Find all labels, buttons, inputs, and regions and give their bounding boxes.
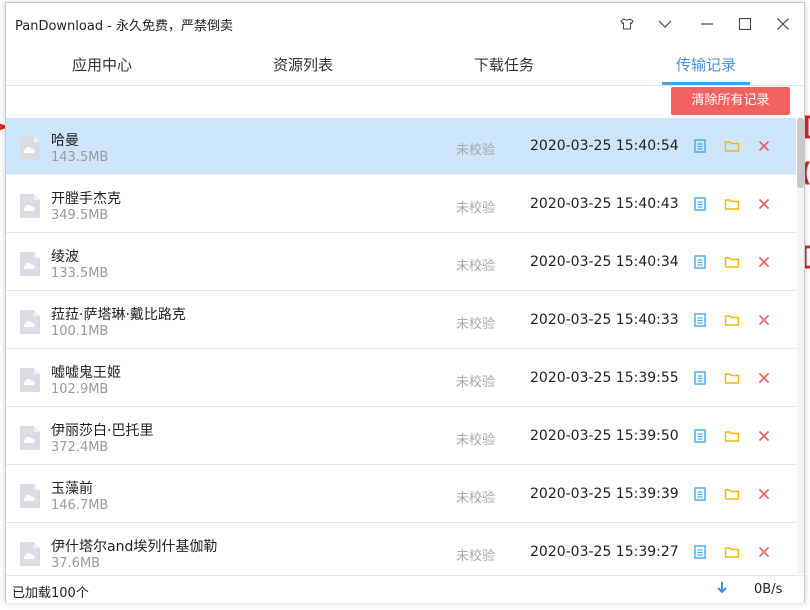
minimize-icon[interactable]: [694, 11, 720, 37]
record-verify-status: 未校验: [456, 549, 496, 564]
open-folder-icon[interactable]: [724, 312, 740, 328]
record-time: 2020-03-25 15:39:39: [530, 486, 679, 502]
record-row[interactable]: 伊丽莎白·巴托里 372.4MB 未校验 2020-03-25 15:39:50: [6, 408, 796, 465]
record-row[interactable]: 玉藻前 146.7MB 未校验 2020-03-25 15:39:39: [6, 466, 796, 523]
open-folder-icon[interactable]: [724, 138, 740, 154]
cloud-file-icon: [20, 310, 40, 334]
record-verify-status: 未校验: [456, 491, 496, 506]
open-folder-icon[interactable]: [724, 370, 740, 386]
clear-all-records-button[interactable]: 清除所有记录: [671, 87, 790, 115]
file-info-icon[interactable]: [692, 544, 708, 560]
record-name: 伊什塔尔and埃列什基伽勒: [51, 539, 218, 555]
delete-record-icon[interactable]: [756, 428, 772, 444]
record-row[interactable]: 伊什塔尔and埃列什基伽勒 37.6MB 未校验 2020-03-25 15:3…: [6, 524, 796, 574]
scrollbar-thumb[interactable]: [797, 118, 804, 188]
delete-record-icon[interactable]: [756, 254, 772, 270]
record-time: 2020-03-25 15:39:27: [530, 544, 679, 560]
open-folder-icon[interactable]: [724, 254, 740, 270]
title-bar: PanDownload - 永久免费，严禁倒卖: [6, 3, 804, 43]
record-verify-status: 未校验: [456, 143, 496, 158]
download-arrow-icon: [717, 582, 727, 594]
tab-divider: [6, 85, 804, 86]
tab-download-tasks[interactable]: 下载任务: [444, 47, 564, 85]
cloud-file-icon: [20, 426, 40, 450]
record-size: 102.9MB: [51, 382, 109, 397]
file-info-icon[interactable]: [692, 254, 708, 270]
tab-transfer-records[interactable]: 传输记录: [646, 47, 766, 85]
tab-resource-list[interactable]: 资源列表: [243, 47, 363, 85]
record-name: 开膛手杰克: [51, 191, 121, 207]
record-verify-status: 未校验: [456, 317, 496, 332]
open-folder-icon[interactable]: [724, 196, 740, 212]
record-name: 哈曼: [51, 133, 79, 149]
delete-record-icon[interactable]: [756, 138, 772, 154]
delete-record-icon[interactable]: [756, 544, 772, 560]
file-info-icon[interactable]: [692, 486, 708, 502]
record-name: 伊丽莎白·巴托里: [51, 423, 154, 439]
open-folder-icon[interactable]: [724, 428, 740, 444]
record-row[interactable]: 绫波 133.5MB 未校验 2020-03-25 15:40:34: [6, 234, 796, 291]
app-window: PanDownload - 永久免费，严禁倒卖 应用中心 资源列表 下载任务 传…: [5, 2, 805, 603]
cloud-file-icon: [20, 542, 40, 566]
record-time: 2020-03-25 15:40:43: [530, 196, 679, 212]
shirt-icon[interactable]: [614, 11, 640, 37]
delete-record-icon[interactable]: [756, 370, 772, 386]
record-time: 2020-03-25 15:39:50: [530, 428, 679, 444]
cloud-file-icon: [20, 136, 40, 160]
tab-bar: 应用中心 资源列表 下载任务 传输记录: [6, 47, 804, 85]
record-verify-status: 未校验: [456, 375, 496, 390]
file-info-icon[interactable]: [692, 312, 708, 328]
file-info-icon[interactable]: [692, 370, 708, 386]
file-info-icon[interactable]: [692, 138, 708, 154]
record-verify-status: 未校验: [456, 433, 496, 448]
record-name: 玉藻前: [51, 481, 93, 497]
delete-record-icon[interactable]: [756, 312, 772, 328]
delete-record-icon[interactable]: [756, 486, 772, 502]
delete-record-icon[interactable]: [756, 196, 772, 212]
record-size: 349.5MB: [51, 208, 109, 223]
record-name: 嘘嘘鬼王姬: [51, 365, 121, 381]
close-icon[interactable]: [770, 11, 796, 37]
open-folder-icon[interactable]: [724, 486, 740, 502]
record-list: 哈曼 143.5MB 未校验 2020-03-25 15:40:54 开膛手杰克…: [6, 118, 796, 574]
loaded-count: 已加载100个: [12, 586, 89, 601]
cloud-file-icon: [20, 484, 40, 508]
record-verify-status: 未校验: [456, 259, 496, 274]
chevron-down-icon[interactable]: [652, 11, 678, 37]
open-folder-icon[interactable]: [724, 544, 740, 560]
record-size: 100.1MB: [51, 324, 109, 339]
file-info-icon[interactable]: [692, 196, 708, 212]
record-size: 143.5MB: [51, 150, 109, 165]
record-row[interactable]: 菈菈·萨塔琳·戴比路克 100.1MB 未校验 2020-03-25 15:40…: [6, 292, 796, 349]
record-verify-status: 未校验: [456, 201, 496, 216]
record-time: 2020-03-25 15:40:33: [530, 312, 679, 328]
cloud-file-icon: [20, 368, 40, 392]
record-row[interactable]: 嘘嘘鬼王姬 102.9MB 未校验 2020-03-25 15:39:55: [6, 350, 796, 407]
record-size: 37.6MB: [51, 556, 101, 571]
record-time: 2020-03-25 15:39:55: [530, 370, 679, 386]
maximize-icon[interactable]: [732, 11, 758, 37]
status-bar: 已加载100个 0B/s: [6, 575, 804, 603]
download-speed: 0B/s: [754, 582, 783, 597]
tab-app-center[interactable]: 应用中心: [42, 47, 162, 85]
record-time: 2020-03-25 15:40:34: [530, 254, 679, 270]
record-size: 133.5MB: [51, 266, 109, 281]
scrollbar[interactable]: [797, 118, 804, 574]
file-info-icon[interactable]: [692, 428, 708, 444]
window-title: PanDownload - 永久免费，严禁倒卖: [15, 19, 234, 34]
cloud-file-icon: [20, 194, 40, 218]
record-time: 2020-03-25 15:40:54: [530, 138, 679, 154]
record-size: 372.4MB: [51, 440, 109, 455]
cloud-file-icon: [20, 252, 40, 276]
record-name: 菈菈·萨塔琳·戴比路克: [51, 307, 186, 323]
record-size: 146.7MB: [51, 498, 109, 513]
record-row[interactable]: 哈曼 143.5MB 未校验 2020-03-25 15:40:54: [6, 118, 796, 175]
record-row[interactable]: 开膛手杰克 349.5MB 未校验 2020-03-25 15:40:43: [6, 176, 796, 233]
record-name: 绫波: [51, 249, 79, 265]
